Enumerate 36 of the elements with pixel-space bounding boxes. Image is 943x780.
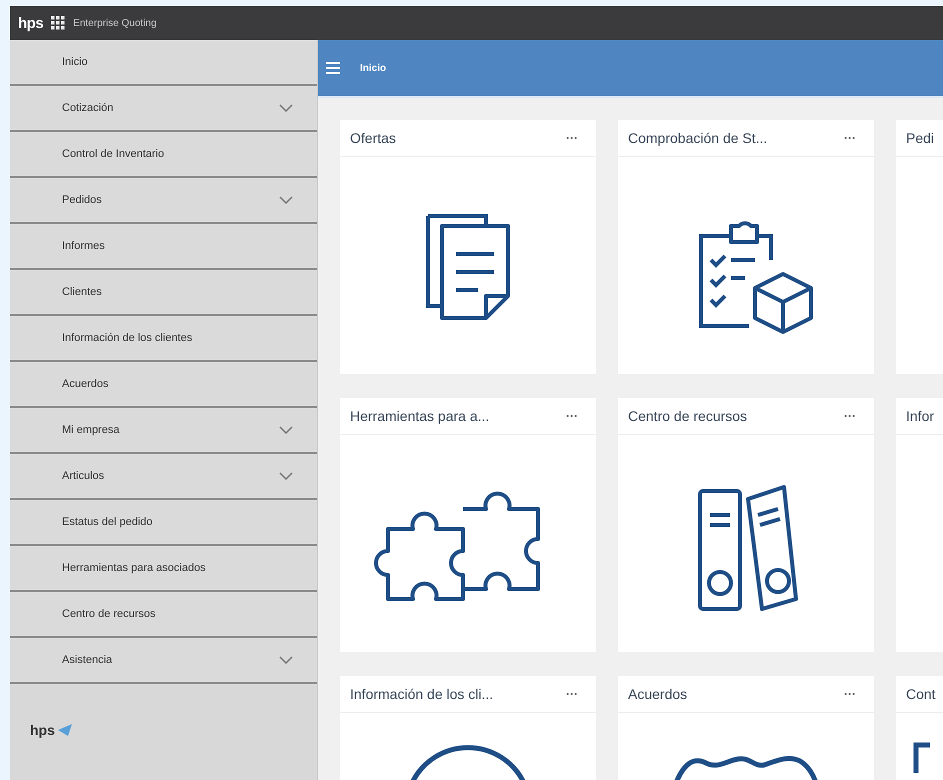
chevron-down-icon: [279, 472, 293, 480]
tile-title: Información de los cli...: [350, 686, 494, 702]
app-name: Enterprise Quoting: [73, 18, 157, 28]
menu-icon[interactable]: [326, 62, 340, 74]
tile-card[interactable]: Ofertas ···: [340, 120, 596, 374]
tile-card[interactable]: Información de los cli... ···: [340, 676, 596, 780]
more-button[interactable]: ···: [566, 409, 578, 423]
tile-title: Cont: [906, 686, 936, 702]
logo: hps: [18, 14, 44, 32]
page-title: Inicio: [360, 62, 386, 74]
logo-mark-icon: [58, 724, 72, 736]
chevron-down-icon: [279, 656, 293, 664]
chevron-down-icon: [279, 196, 293, 204]
chevron-down-icon: [279, 426, 293, 434]
tile-card[interactable]: Centro de recursos ···: [618, 398, 874, 652]
tile-title: Centro de recursos: [628, 408, 748, 424]
tile-card[interactable]: Cont: [896, 676, 943, 780]
more-button[interactable]: ···: [566, 687, 578, 701]
tile-title: Ofertas: [350, 130, 396, 146]
tile-title: Comprobación de St...: [628, 130, 768, 146]
more-button[interactable]: ···: [844, 687, 856, 701]
tile-title: Pedi: [906, 130, 934, 146]
footer-logo: hps: [30, 722, 55, 738]
chevron-down-icon: [279, 104, 293, 112]
more-button[interactable]: ···: [566, 131, 578, 145]
app-grid-icon[interactable]: [51, 16, 66, 30]
tile-card[interactable]: Comprobación de St... ···: [618, 120, 874, 374]
more-button[interactable]: ···: [844, 409, 856, 423]
tile-card[interactable]: Pedi: [896, 120, 943, 374]
tile-title: Acuerdos: [628, 686, 688, 702]
tile-card[interactable]: Acuerdos ···: [618, 676, 874, 780]
tile-title: Infor: [906, 408, 934, 424]
tile-title: Herramientas para a...: [350, 408, 490, 424]
more-button[interactable]: ···: [844, 131, 856, 145]
tile-card[interactable]: Infor: [896, 398, 943, 652]
tile-card[interactable]: Herramientas para a... ···: [340, 398, 596, 652]
